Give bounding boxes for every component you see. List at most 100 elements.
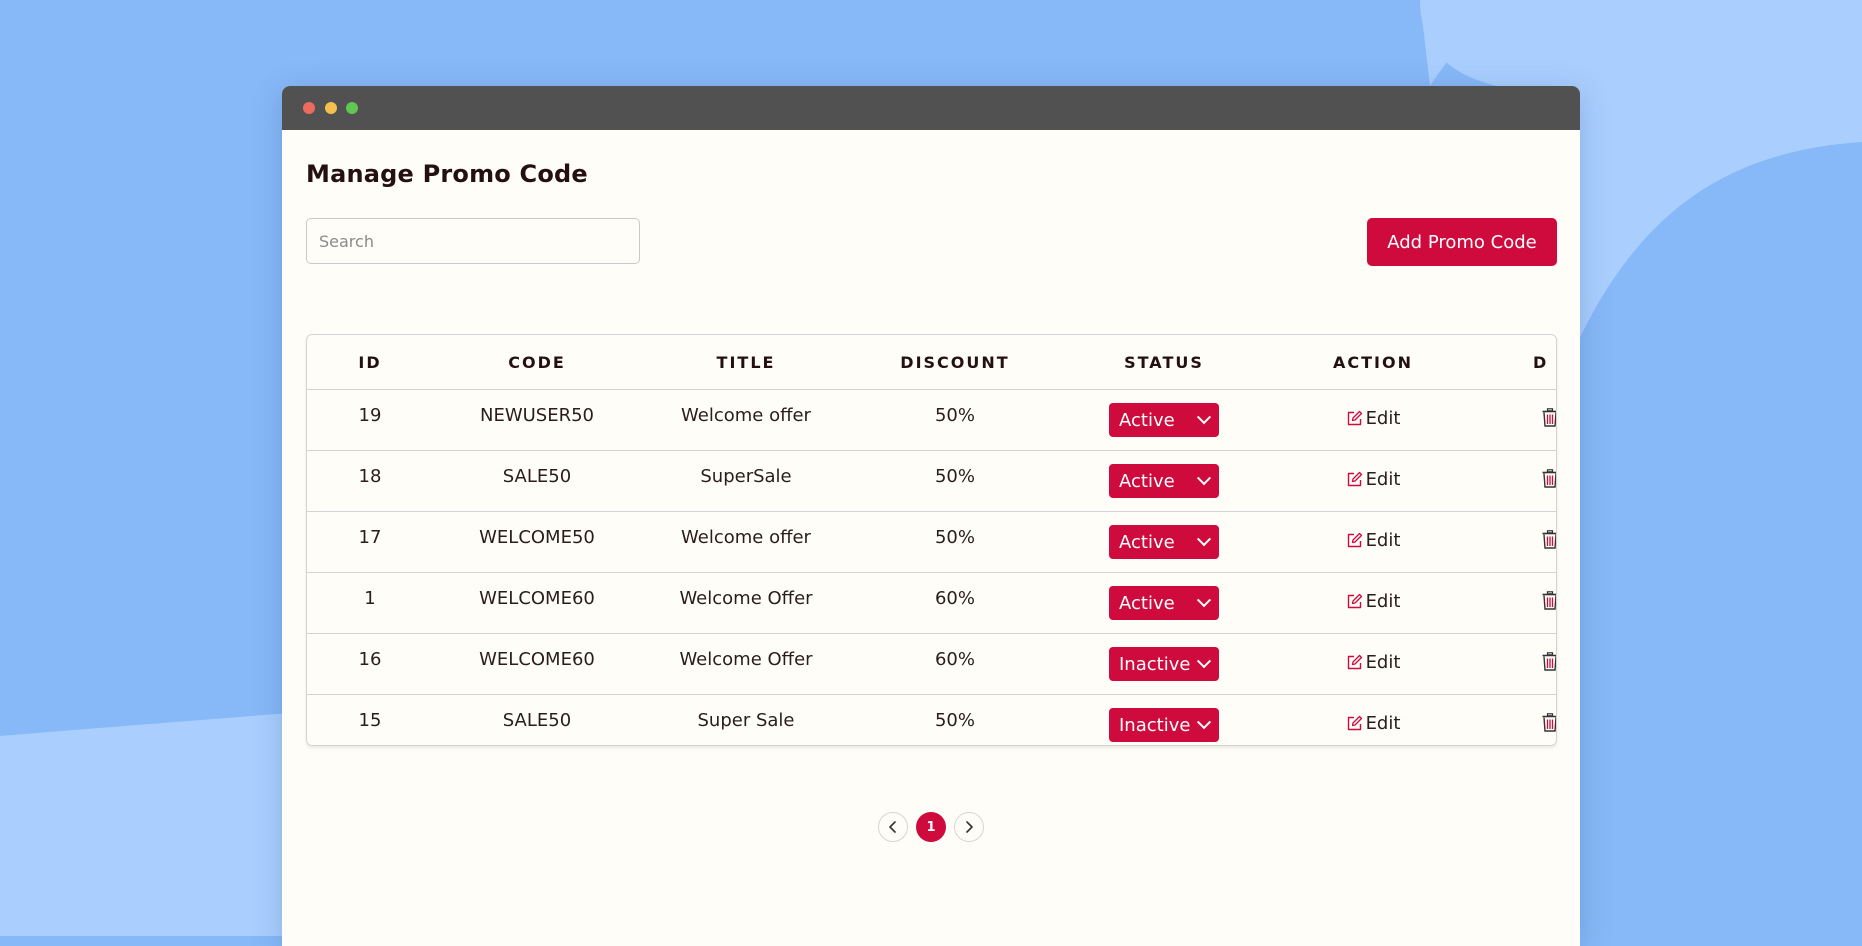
- table-row: 16 WELCOME60 Welcome Offer 60% Inactive Edit: [307, 633, 1556, 695]
- status-dropdown[interactable]: Active: [1109, 403, 1219, 437]
- status-dropdown[interactable]: Active: [1109, 586, 1219, 620]
- cell-title-text: SuperSale: [700, 465, 792, 487]
- status-dropdown[interactable]: Inactive: [1109, 647, 1219, 681]
- trash-icon[interactable]: [1542, 408, 1556, 427]
- status-value: Active: [1119, 592, 1175, 614]
- cell-code: WELCOME50: [433, 511, 641, 573]
- cell-discount-text: 50%: [934, 465, 975, 487]
- chevron-down-icon: [1196, 532, 1212, 547]
- cell-code: SALE50: [433, 450, 641, 512]
- column-header-title: TITLE: [641, 335, 851, 390]
- cell-id: 15: [307, 695, 433, 746]
- chevron-down-icon: [1196, 593, 1212, 608]
- cell-code: NEWUSER50: [433, 389, 641, 451]
- trash-icon[interactable]: [1542, 530, 1556, 549]
- edit-icon: [1346, 654, 1363, 671]
- column-header-delete-label: D: [1533, 352, 1549, 372]
- cell-code: WELCOME60: [433, 572, 641, 634]
- status-dropdown[interactable]: Active: [1109, 464, 1219, 498]
- status-value: Active: [1119, 409, 1175, 431]
- edit-label: Edit: [1365, 591, 1401, 612]
- close-window-dot[interactable]: [303, 102, 315, 114]
- page-1-button[interactable]: 1: [916, 812, 946, 842]
- cell-action: Edit: [1269, 633, 1477, 695]
- trash-icon[interactable]: [1542, 469, 1556, 488]
- status-value: Active: [1119, 470, 1175, 492]
- cell-id-text: 18: [358, 465, 382, 487]
- cell-title: Welcome offer: [641, 511, 851, 573]
- status-dropdown[interactable]: Inactive: [1109, 708, 1219, 742]
- edit-icon: [1346, 532, 1363, 549]
- edit-button[interactable]: Edit: [1346, 652, 1400, 673]
- cell-delete: [1477, 450, 1556, 512]
- trash-icon[interactable]: [1542, 652, 1556, 671]
- table-row: 15 SALE50 Super Sale 50% Inactive Edit: [307, 695, 1556, 746]
- edit-button[interactable]: Edit: [1346, 408, 1400, 429]
- cell-action: Edit: [1269, 572, 1477, 634]
- table-row: 1 WELCOME60 Welcome Offer 60% Active Edit: [307, 572, 1556, 634]
- page-title: Manage Promo Code: [306, 160, 588, 188]
- cell-delete: [1477, 695, 1556, 746]
- promo-code-table: ID CODE TITLE DISCOUNT STATUS ACTION D 1…: [306, 334, 1557, 746]
- cell-id: 17: [307, 511, 433, 573]
- edit-icon: [1346, 715, 1363, 732]
- cell-status: Active: [1059, 572, 1269, 634]
- edit-icon: [1346, 471, 1363, 488]
- edit-button[interactable]: Edit: [1346, 469, 1400, 490]
- column-header-discount: DISCOUNT: [851, 335, 1059, 390]
- trash-icon[interactable]: [1542, 591, 1556, 610]
- edit-button[interactable]: Edit: [1346, 713, 1400, 734]
- previous-page-button[interactable]: [878, 812, 908, 842]
- search-input[interactable]: [306, 218, 640, 264]
- status-value: Inactive: [1119, 714, 1191, 736]
- cell-id: 16: [307, 633, 433, 695]
- add-promo-code-button[interactable]: Add Promo Code: [1367, 218, 1557, 266]
- cell-code-text: WELCOME50: [479, 526, 595, 548]
- cell-title: Welcome Offer: [641, 572, 851, 634]
- edit-button[interactable]: Edit: [1346, 530, 1401, 551]
- cell-discount-text: 60%: [934, 648, 975, 670]
- cell-title-text: Super Sale: [697, 709, 795, 731]
- cell-status: Active: [1059, 511, 1269, 573]
- cell-title: Welcome offer: [641, 389, 851, 451]
- column-header-delete: D: [1477, 335, 1556, 390]
- cell-title: SuperSale: [641, 450, 851, 512]
- edit-label: Edit: [1365, 530, 1401, 551]
- cell-status: Inactive: [1059, 633, 1269, 695]
- cell-code-text: WELCOME60: [479, 648, 595, 670]
- status-value: Inactive: [1119, 653, 1191, 675]
- pagination: 1: [878, 812, 984, 842]
- cell-action: Edit: [1269, 695, 1477, 746]
- cell-discount-text: 60%: [934, 587, 975, 609]
- table-row: 18 SALE50 SuperSale 50% Active Edit: [307, 450, 1556, 512]
- cell-discount: 60%: [851, 572, 1059, 634]
- cell-status: Active: [1059, 389, 1269, 451]
- chevron-down-icon: [1196, 654, 1212, 669]
- column-header-code: CODE: [433, 335, 641, 390]
- cell-id: 19: [307, 389, 433, 451]
- cell-discount: 50%: [851, 511, 1059, 573]
- cell-action: Edit: [1269, 450, 1477, 512]
- cell-discount: 50%: [851, 450, 1059, 512]
- cell-discount-text: 50%: [934, 404, 975, 426]
- cell-id-text: 19: [358, 404, 382, 426]
- cell-delete: [1477, 511, 1556, 573]
- cell-title-text: Welcome offer: [681, 526, 811, 548]
- cell-delete: [1477, 572, 1556, 634]
- chevron-left-icon: [889, 821, 896, 833]
- cell-code: WELCOME60: [433, 633, 641, 695]
- status-dropdown[interactable]: Active: [1109, 525, 1219, 559]
- minimize-window-dot[interactable]: [325, 102, 337, 114]
- cell-id-text: 15: [358, 709, 382, 731]
- cell-code-text: NEWUSER50: [479, 404, 595, 426]
- trash-icon[interactable]: [1542, 713, 1556, 732]
- table-row: 17 WELCOME50 Welcome offer 50% Active Edit: [307, 511, 1556, 573]
- cell-code: SALE50: [433, 695, 641, 746]
- cell-id-text: 16: [358, 648, 382, 670]
- cell-title-text: Welcome offer: [681, 404, 811, 426]
- edit-button[interactable]: Edit: [1346, 591, 1401, 612]
- next-page-button[interactable]: [954, 812, 984, 842]
- maximize-window-dot[interactable]: [346, 102, 358, 114]
- cell-id-text: 1: [364, 587, 376, 609]
- status-value: Active: [1119, 531, 1175, 553]
